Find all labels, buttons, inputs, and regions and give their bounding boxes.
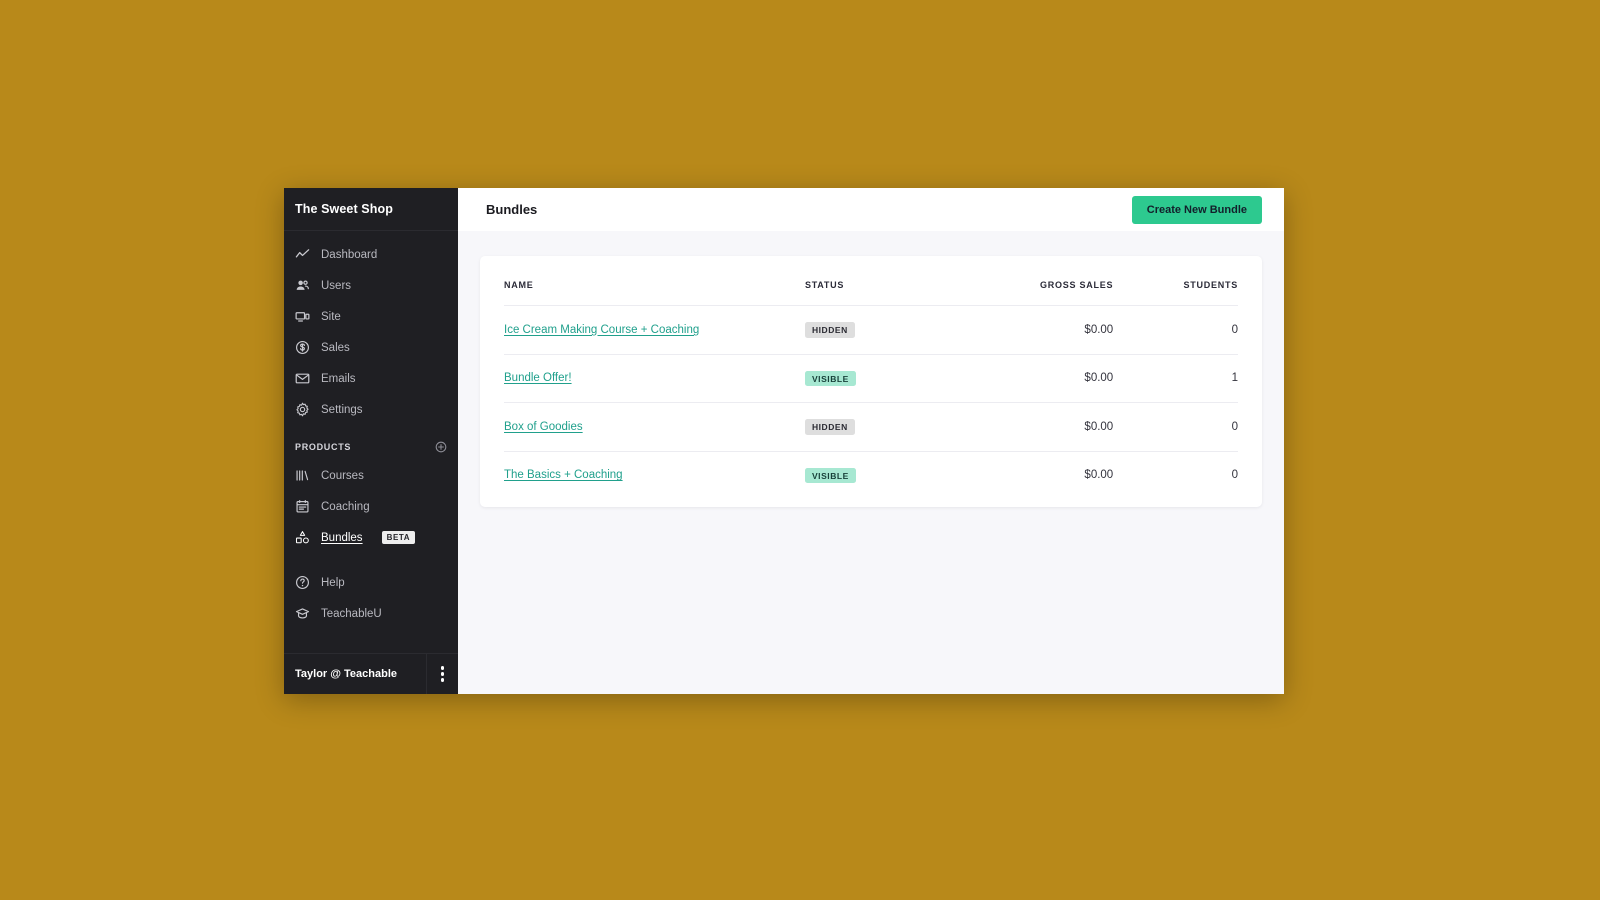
sidebar-item-label: Users xyxy=(321,279,352,292)
status-badge: VISIBLE xyxy=(804,467,856,483)
sidebar-item-label: Courses xyxy=(321,469,364,482)
notepad-icon xyxy=(295,499,310,514)
sidebar-item-sales[interactable]: Sales xyxy=(284,332,458,363)
sidebar-footer: Taylor @ Teachable xyxy=(284,653,458,694)
status-badge: HIDDEN xyxy=(804,322,855,338)
cell-gross-sales: $0.00 xyxy=(959,305,1114,355)
application-window: The Sweet Shop Dashboard Users Site Sale… xyxy=(284,188,1284,694)
gear-icon xyxy=(295,402,310,417)
page-title: Bundles xyxy=(486,202,538,217)
cell-students: 1 xyxy=(1113,354,1238,403)
current-user-label: Taylor @ Teachable xyxy=(295,668,398,680)
bundle-link[interactable]: Box of Goodies xyxy=(504,421,583,433)
sidebar-item-label: Coaching xyxy=(321,500,370,513)
status-badge: VISIBLE xyxy=(804,370,856,386)
kebab-menu-icon[interactable] xyxy=(426,654,458,694)
sidebar-item-users[interactable]: Users xyxy=(284,270,458,301)
books-icon xyxy=(295,468,310,483)
sidebar-item-label: Site xyxy=(321,310,341,323)
envelope-icon xyxy=(295,371,310,386)
column-header-students: STUDENTS xyxy=(1113,256,1238,306)
main-content: Bundles Create New Bundle NAME STATUS GR… xyxy=(458,188,1284,694)
trend-line-icon xyxy=(295,247,310,262)
sidebar-nav: Dashboard Users Site Sales Emails Settin… xyxy=(284,231,458,653)
column-header-status: STATUS xyxy=(804,256,960,306)
cell-status: VISIBLE xyxy=(804,354,960,403)
cell-gross-sales: $0.00 xyxy=(959,354,1114,403)
plus-circle-icon[interactable] xyxy=(435,441,447,453)
sidebar-item-label: Dashboard xyxy=(321,248,378,261)
cell-name: Box of Goodies xyxy=(504,402,805,452)
shapes-icon xyxy=(295,530,310,545)
sidebar-item-dashboard[interactable]: Dashboard xyxy=(284,239,458,270)
bundles-table: NAME STATUS GROSS SALES STUDENTS Ice Cre… xyxy=(504,256,1238,507)
sidebar-item-coaching[interactable]: Coaching xyxy=(284,491,458,522)
sidebar-item-label: Help xyxy=(321,576,345,589)
cell-students: 0 xyxy=(1113,402,1238,452)
products-section-label: PRODUCTS xyxy=(295,442,352,452)
content-area: NAME STATUS GROSS SALES STUDENTS Ice Cre… xyxy=(458,231,1284,694)
sidebar-item-settings[interactable]: Settings xyxy=(284,394,458,425)
table-row: Bundle Offer! VISIBLE $0.00 1 xyxy=(504,354,1238,403)
cell-gross-sales: $0.00 xyxy=(1084,469,1114,482)
page-header: Bundles Create New Bundle xyxy=(458,188,1284,231)
kebab-dot xyxy=(440,666,445,670)
sidebar-item-site[interactable]: Site xyxy=(284,301,458,332)
sidebar-item-bundles[interactable]: Bundles BETA xyxy=(284,522,458,553)
brand-title: The Sweet Shop xyxy=(295,202,393,216)
sidebar-item-emails[interactable]: Emails xyxy=(284,363,458,394)
sidebar-item-label: Bundles xyxy=(321,531,363,544)
column-header-gross-sales: GROSS SALES xyxy=(959,256,1114,306)
kebab-dot xyxy=(440,678,445,682)
dollar-circle-icon xyxy=(295,340,310,355)
sidebar-item-label: Sales xyxy=(321,341,350,354)
table-header-row: NAME STATUS GROSS SALES STUDENTS xyxy=(504,256,1238,306)
people-icon xyxy=(295,278,310,293)
cell-name: The Basics + Coaching xyxy=(504,451,805,507)
sidebar-item-courses[interactable]: Courses xyxy=(284,460,458,491)
table-body: Ice Cream Making Course + Coaching HIDDE… xyxy=(504,305,1238,508)
cell-gross-sales: $0.00 xyxy=(959,402,1114,452)
cell-name: Ice Cream Making Course + Coaching xyxy=(504,305,805,355)
table-row: Ice Cream Making Course + Coaching HIDDE… xyxy=(504,305,1238,355)
sidebar: The Sweet Shop Dashboard Users Site Sale… xyxy=(284,188,458,694)
cell-status: HIDDEN xyxy=(804,402,960,452)
brand-bar: The Sweet Shop xyxy=(284,188,458,231)
cell-students: 0 xyxy=(1113,305,1238,355)
create-new-bundle-button[interactable]: Create New Bundle xyxy=(1131,195,1262,224)
sidebar-item-label: TeachableU xyxy=(321,607,382,620)
cell-status: HIDDEN xyxy=(804,305,960,355)
kebab-dot xyxy=(440,672,445,676)
cell-students: 0 xyxy=(1231,469,1238,482)
table-row: The Basics + Coaching VISIBLE $0.00 0 xyxy=(504,451,1238,507)
table-row: Box of Goodies HIDDEN $0.00 0 xyxy=(504,402,1238,452)
sidebar-item-label: Settings xyxy=(321,403,363,416)
cell-name: Bundle Offer! xyxy=(504,354,805,403)
sidebar-item-label: Emails xyxy=(321,372,356,385)
status-badge: HIDDEN xyxy=(804,419,855,435)
bundle-link[interactable]: Ice Cream Making Course + Coaching xyxy=(504,324,699,336)
bundle-link[interactable]: Bundle Offer! xyxy=(504,372,572,384)
sidebar-item-teachableu[interactable]: TeachableU xyxy=(284,598,458,629)
bundle-link[interactable]: The Basics + Coaching xyxy=(504,469,623,481)
column-header-name: NAME xyxy=(504,256,805,306)
products-section-header: PRODUCTS xyxy=(284,434,458,460)
graduation-cap-icon xyxy=(295,606,310,621)
question-circle-icon xyxy=(295,575,310,590)
table-head: NAME STATUS GROSS SALES STUDENTS xyxy=(504,256,1238,306)
sidebar-item-help[interactable]: Help xyxy=(284,567,458,598)
bundles-card: NAME STATUS GROSS SALES STUDENTS Ice Cre… xyxy=(480,256,1262,507)
cell-status: VISIBLE xyxy=(804,451,959,507)
beta-badge: BETA xyxy=(381,531,416,544)
monitor-icon xyxy=(295,309,310,324)
